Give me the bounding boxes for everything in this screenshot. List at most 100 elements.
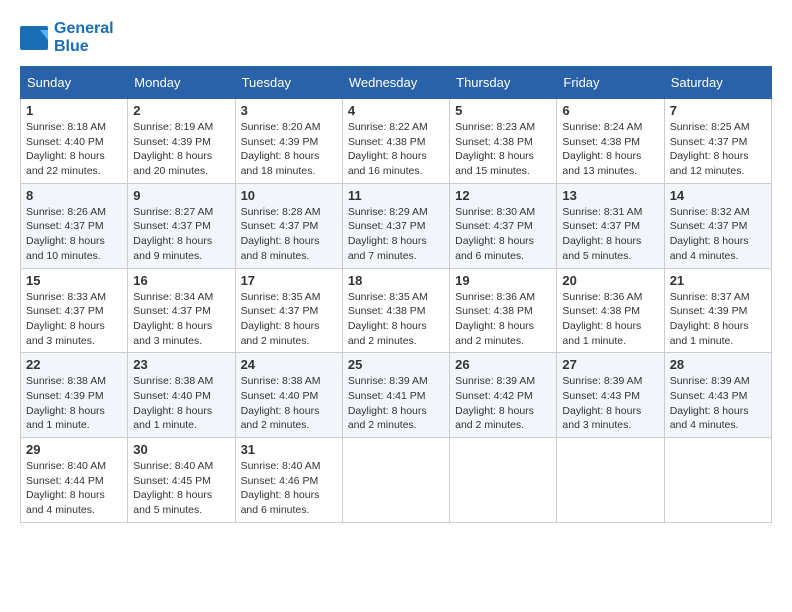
weekday-header-saturday: Saturday — [664, 67, 771, 99]
day-info: Sunrise: 8:26 AMSunset: 4:37 PMDaylight:… — [26, 205, 122, 264]
day-number: 23 — [133, 357, 229, 372]
day-info: Sunrise: 8:27 AMSunset: 4:37 PMDaylight:… — [133, 205, 229, 264]
calendar-cell: 14 Sunrise: 8:32 AMSunset: 4:37 PMDayligh… — [664, 183, 771, 268]
logo: General Blue — [20, 20, 114, 56]
weekday-header-row: SundayMondayTuesdayWednesdayThursdayFrid… — [21, 67, 772, 99]
weekday-header-wednesday: Wednesday — [342, 67, 449, 99]
calendar-cell: 4 Sunrise: 8:22 AMSunset: 4:38 PMDaylight… — [342, 99, 449, 184]
calendar-cell: 21Sunrise: 8:37 AMSunset: 4:39 PMDayligh… — [664, 268, 771, 353]
day-number: 18 — [348, 273, 444, 288]
day-number: 8 — [26, 188, 122, 203]
day-number: 16 — [133, 273, 229, 288]
day-number: 2 — [133, 103, 229, 118]
day-info: Sunrise: 8:36 AMSunset: 4:38 PMDaylight:… — [562, 290, 658, 349]
day-number: 27 — [562, 357, 658, 372]
calendar-cell: 13 Sunrise: 8:31 AMSunset: 4:37 PMDayligh… — [557, 183, 664, 268]
day-number: 4 — [348, 103, 444, 118]
day-number: 5 — [455, 103, 551, 118]
day-info: Sunrise: 8:18 AMSunset: 4:40 PMDaylight:… — [26, 120, 122, 179]
weekday-header-tuesday: Tuesday — [235, 67, 342, 99]
day-info: Sunrise: 8:35 AMSunset: 4:37 PMDaylight:… — [241, 290, 337, 349]
calendar-cell: 17 Sunrise: 8:35 AMSunset: 4:37 PMDayligh… — [235, 268, 342, 353]
day-number: 22 — [26, 357, 122, 372]
calendar-cell: 22 Sunrise: 8:38 AMSunset: 4:39 PMDayligh… — [21, 353, 128, 438]
calendar-cell: 26 Sunrise: 8:39 AMSunset: 4:42 PMDayligh… — [450, 353, 557, 438]
calendar-cell: 16 Sunrise: 8:34 AMSunset: 4:37 PMDayligh… — [128, 268, 235, 353]
logo-text: General Blue — [54, 20, 114, 56]
calendar-cell: 31 Sunrise: 8:40 AMSunset: 4:46 PMDayligh… — [235, 438, 342, 523]
day-number: 11 — [348, 188, 444, 203]
calendar-cell: 3 Sunrise: 8:20 AMSunset: 4:39 PMDaylight… — [235, 99, 342, 184]
day-number: 10 — [241, 188, 337, 203]
calendar-week-3: 15 Sunrise: 8:33 AMSunset: 4:37 PMDayligh… — [21, 268, 772, 353]
day-info: Sunrise: 8:29 AMSunset: 4:37 PMDaylight:… — [348, 205, 444, 264]
calendar-cell — [342, 438, 449, 523]
day-info: Sunrise: 8:34 AMSunset: 4:37 PMDaylight:… — [133, 290, 229, 349]
day-number: 25 — [348, 357, 444, 372]
day-number: 13 — [562, 188, 658, 203]
calendar-cell: 19 Sunrise: 8:36 AMSunset: 4:38 PMDayligh… — [450, 268, 557, 353]
day-info: Sunrise: 8:39 AMSunset: 4:41 PMDaylight:… — [348, 374, 444, 433]
weekday-header-thursday: Thursday — [450, 67, 557, 99]
calendar-week-4: 22 Sunrise: 8:38 AMSunset: 4:39 PMDayligh… — [21, 353, 772, 438]
calendar-week-5: 29Sunrise: 8:40 AMSunset: 4:44 PMDayligh… — [21, 438, 772, 523]
calendar-cell: 15 Sunrise: 8:33 AMSunset: 4:37 PMDayligh… — [21, 268, 128, 353]
weekday-header-monday: Monday — [128, 67, 235, 99]
calendar-cell — [450, 438, 557, 523]
calendar-table: SundayMondayTuesdayWednesdayThursdayFrid… — [20, 66, 772, 523]
day-info: Sunrise: 8:25 AMSunset: 4:37 PMDaylight:… — [670, 120, 766, 179]
day-number: 30 — [133, 442, 229, 457]
day-info: Sunrise: 8:35 AMSunset: 4:38 PMDaylight:… — [348, 290, 444, 349]
calendar-cell: 11 Sunrise: 8:29 AMSunset: 4:37 PMDayligh… — [342, 183, 449, 268]
day-number: 15 — [26, 273, 122, 288]
calendar-cell: 1 Sunrise: 8:18 AMSunset: 4:40 PMDaylight… — [21, 99, 128, 184]
calendar-cell: 24Sunrise: 8:38 AMSunset: 4:40 PMDayligh… — [235, 353, 342, 438]
calendar-cell: 10 Sunrise: 8:28 AMSunset: 4:37 PMDayligh… — [235, 183, 342, 268]
day-info: Sunrise: 8:40 AMSunset: 4:46 PMDaylight:… — [241, 459, 337, 518]
day-number: 19 — [455, 273, 551, 288]
day-info: Sunrise: 8:19 AMSunset: 4:39 PMDaylight:… — [133, 120, 229, 179]
day-number: 7 — [670, 103, 766, 118]
calendar-cell: 8 Sunrise: 8:26 AMSunset: 4:37 PMDaylight… — [21, 183, 128, 268]
calendar-cell — [557, 438, 664, 523]
day-info: Sunrise: 8:20 AMSunset: 4:39 PMDaylight:… — [241, 120, 337, 179]
day-number: 20 — [562, 273, 658, 288]
day-info: Sunrise: 8:24 AMSunset: 4:38 PMDaylight:… — [562, 120, 658, 179]
day-info: Sunrise: 8:32 AMSunset: 4:37 PMDaylight:… — [670, 205, 766, 264]
day-number: 26 — [455, 357, 551, 372]
day-number: 6 — [562, 103, 658, 118]
calendar-cell: 27 Sunrise: 8:39 AMSunset: 4:43 PMDayligh… — [557, 353, 664, 438]
weekday-header-sunday: Sunday — [21, 67, 128, 99]
weekday-header-friday: Friday — [557, 67, 664, 99]
day-info: Sunrise: 8:23 AMSunset: 4:38 PMDaylight:… — [455, 120, 551, 179]
day-info: Sunrise: 8:39 AMSunset: 4:42 PMDaylight:… — [455, 374, 551, 433]
day-number: 17 — [241, 273, 337, 288]
day-number: 1 — [26, 103, 122, 118]
calendar-cell: 23 Sunrise: 8:38 AMSunset: 4:40 PMDayligh… — [128, 353, 235, 438]
calendar-cell: 2 Sunrise: 8:19 AMSunset: 4:39 PMDaylight… — [128, 99, 235, 184]
day-number: 14 — [670, 188, 766, 203]
day-info: Sunrise: 8:31 AMSunset: 4:37 PMDaylight:… — [562, 205, 658, 264]
day-info: Sunrise: 8:36 AMSunset: 4:38 PMDaylight:… — [455, 290, 551, 349]
logo-icon — [20, 26, 50, 50]
day-info: Sunrise: 8:38 AMSunset: 4:39 PMDaylight:… — [26, 374, 122, 433]
day-number: 3 — [241, 103, 337, 118]
page-header: General Blue — [20, 20, 772, 56]
calendar-cell: 5 Sunrise: 8:23 AMSunset: 4:38 PMDaylight… — [450, 99, 557, 184]
calendar-cell: 18 Sunrise: 8:35 AMSunset: 4:38 PMDayligh… — [342, 268, 449, 353]
day-number: 31 — [241, 442, 337, 457]
day-info: Sunrise: 8:39 AMSunset: 4:43 PMDaylight:… — [562, 374, 658, 433]
day-number: 9 — [133, 188, 229, 203]
day-info: Sunrise: 8:28 AMSunset: 4:37 PMDaylight:… — [241, 205, 337, 264]
calendar-cell: 20 Sunrise: 8:36 AMSunset: 4:38 PMDayligh… — [557, 268, 664, 353]
day-info: Sunrise: 8:33 AMSunset: 4:37 PMDaylight:… — [26, 290, 122, 349]
calendar-cell — [664, 438, 771, 523]
day-info: Sunrise: 8:22 AMSunset: 4:38 PMDaylight:… — [348, 120, 444, 179]
day-info: Sunrise: 8:38 AMSunset: 4:40 PMDaylight:… — [133, 374, 229, 433]
calendar-cell: 12Sunrise: 8:30 AMSunset: 4:37 PMDayligh… — [450, 183, 557, 268]
day-info: Sunrise: 8:30 AMSunset: 4:37 PMDaylight:… — [455, 205, 551, 264]
calendar-cell: 30Sunrise: 8:40 AMSunset: 4:45 PMDayligh… — [128, 438, 235, 523]
calendar-cell: 7 Sunrise: 8:25 AMSunset: 4:37 PMDaylight… — [664, 99, 771, 184]
calendar-cell: 6 Sunrise: 8:24 AMSunset: 4:38 PMDaylight… — [557, 99, 664, 184]
day-number: 21 — [670, 273, 766, 288]
